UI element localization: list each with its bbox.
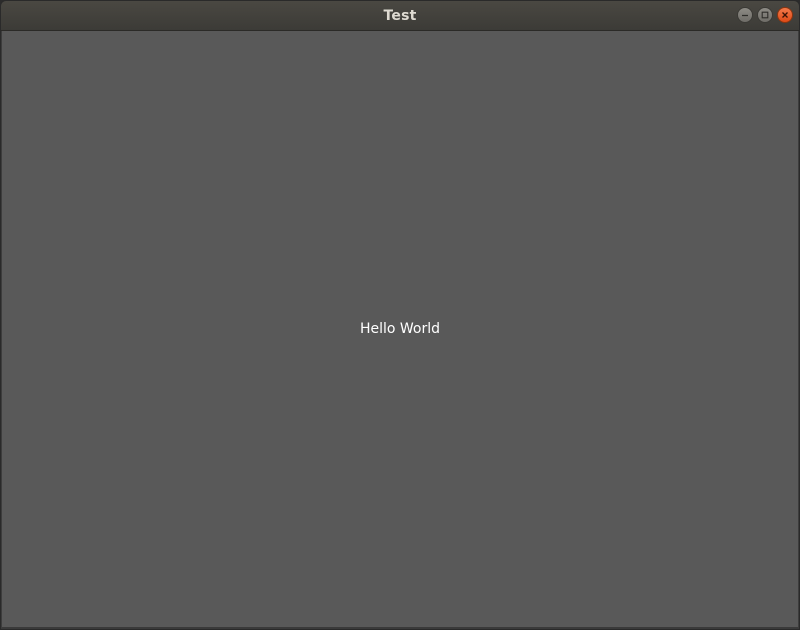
window-title: Test — [383, 8, 417, 24]
app-window: Test Hello World — [0, 0, 800, 630]
main-content: Hello World — [1, 31, 799, 629]
minimize-icon — [742, 14, 748, 17]
close-button[interactable] — [777, 7, 793, 23]
close-icon — [782, 12, 788, 18]
title-bar[interactable]: Test — [1, 1, 799, 31]
maximize-icon — [761, 11, 769, 19]
window-controls — [737, 7, 793, 23]
maximize-button[interactable] — [757, 7, 773, 23]
minimize-button[interactable] — [737, 7, 753, 23]
hello-label: Hello World — [359, 320, 441, 337]
